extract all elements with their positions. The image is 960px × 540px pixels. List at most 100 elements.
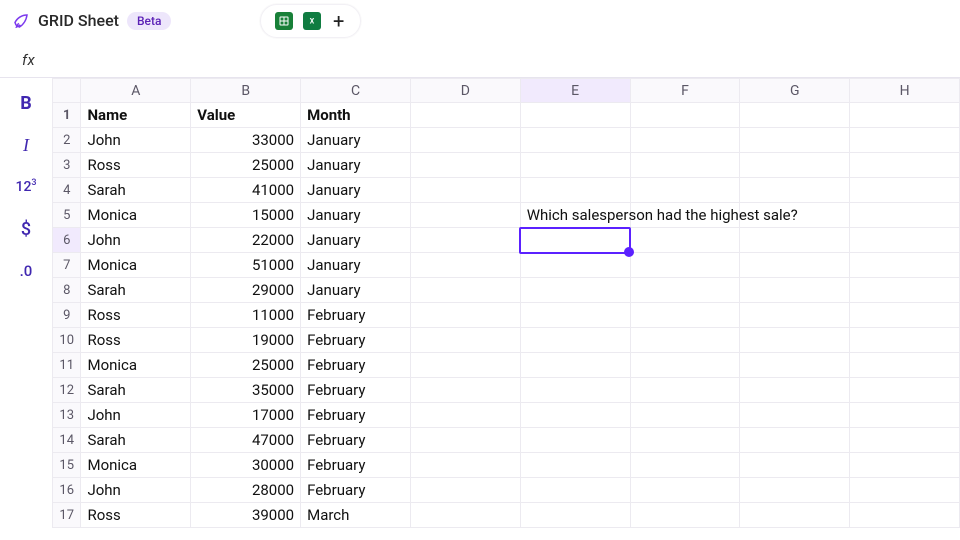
row-header[interactable]: 11 [53, 353, 81, 378]
cell-E11[interactable] [520, 353, 630, 378]
cell-D3[interactable] [410, 153, 520, 178]
cell-H14[interactable] [850, 428, 960, 453]
cell-C1[interactable]: Month [301, 103, 411, 128]
cell-A7[interactable]: Monica [81, 253, 191, 278]
cell-G11[interactable] [740, 353, 850, 378]
cell-D15[interactable] [410, 453, 520, 478]
cell-G7[interactable] [740, 253, 850, 278]
cell-C13[interactable]: February [301, 403, 411, 428]
cell-H5[interactable] [850, 203, 960, 228]
cell-H4[interactable] [850, 178, 960, 203]
cell-E6[interactable] [520, 228, 630, 253]
cell-E7[interactable] [520, 253, 630, 278]
cell-D14[interactable] [410, 428, 520, 453]
cell-H15[interactable] [850, 453, 960, 478]
cell-H7[interactable] [850, 253, 960, 278]
cell-D2[interactable] [410, 128, 520, 153]
cell-E5[interactable]: Which salesperson had the highest sale? [520, 203, 630, 228]
cell-A11[interactable]: Monica [81, 353, 191, 378]
cell-B10[interactable]: 19000 [191, 328, 301, 353]
cell-A4[interactable]: Sarah [81, 178, 191, 203]
cell-D8[interactable] [410, 278, 520, 303]
cell-A16[interactable]: John [81, 478, 191, 503]
cell-C10[interactable]: February [301, 328, 411, 353]
cell-B13[interactable]: 17000 [191, 403, 301, 428]
cell-B17[interactable]: 39000 [191, 503, 301, 528]
cell-B6[interactable]: 22000 [191, 228, 301, 253]
cell-E14[interactable] [520, 428, 630, 453]
cell-D6[interactable] [410, 228, 520, 253]
cell-B9[interactable]: 11000 [191, 303, 301, 328]
cell-G3[interactable] [740, 153, 850, 178]
cell-F3[interactable] [630, 153, 740, 178]
cell-H10[interactable] [850, 328, 960, 353]
cell-A8[interactable]: Sarah [81, 278, 191, 303]
cell-B12[interactable]: 35000 [191, 378, 301, 403]
cell-F14[interactable] [630, 428, 740, 453]
cell-H8[interactable] [850, 278, 960, 303]
cell-H6[interactable] [850, 228, 960, 253]
cell-G9[interactable] [740, 303, 850, 328]
cell-B14[interactable]: 47000 [191, 428, 301, 453]
cell-E10[interactable] [520, 328, 630, 353]
cell-D9[interactable] [410, 303, 520, 328]
cell-B5[interactable]: 15000 [191, 203, 301, 228]
cell-F7[interactable] [630, 253, 740, 278]
col-header-G[interactable]: G [740, 79, 850, 103]
cell-E9[interactable] [520, 303, 630, 328]
cell-E1[interactable] [520, 103, 630, 128]
col-header-H[interactable]: H [850, 79, 960, 103]
cell-C4[interactable]: January [301, 178, 411, 203]
cell-H16[interactable] [850, 478, 960, 503]
cell-C12[interactable]: February [301, 378, 411, 403]
cell-G15[interactable] [740, 453, 850, 478]
select-all-corner[interactable] [53, 79, 81, 103]
cell-H17[interactable] [850, 503, 960, 528]
cell-C5[interactable]: January [301, 203, 411, 228]
cell-A6[interactable]: John [81, 228, 191, 253]
row-header[interactable]: 17 [53, 503, 81, 528]
cell-D10[interactable] [410, 328, 520, 353]
cell-D13[interactable] [410, 403, 520, 428]
cell-G12[interactable] [740, 378, 850, 403]
spreadsheet-grid[interactable]: A B C D E F G H 1NameValueMonth2John3300… [52, 78, 960, 540]
col-header-A[interactable]: A [81, 79, 191, 103]
cell-G6[interactable] [740, 228, 850, 253]
currency-format-button[interactable]: $ [9, 214, 43, 244]
cell-A1[interactable]: Name [81, 103, 191, 128]
cell-H3[interactable] [850, 153, 960, 178]
cell-F12[interactable] [630, 378, 740, 403]
cell-F2[interactable] [630, 128, 740, 153]
row-header[interactable]: 8 [53, 278, 81, 303]
cell-E4[interactable] [520, 178, 630, 203]
col-header-E[interactable]: E [520, 79, 630, 103]
cell-D7[interactable] [410, 253, 520, 278]
col-header-F[interactable]: F [630, 79, 740, 103]
cell-E15[interactable] [520, 453, 630, 478]
row-header[interactable]: 14 [53, 428, 81, 453]
cell-F17[interactable] [630, 503, 740, 528]
cell-C9[interactable]: February [301, 303, 411, 328]
col-header-C[interactable]: C [301, 79, 411, 103]
cell-G2[interactable] [740, 128, 850, 153]
col-header-B[interactable]: B [191, 79, 301, 103]
number-format-button[interactable]: 123 [9, 172, 43, 202]
cell-B15[interactable]: 30000 [191, 453, 301, 478]
google-sheets-icon[interactable] [275, 12, 293, 30]
cell-H2[interactable] [850, 128, 960, 153]
cell-D5[interactable] [410, 203, 520, 228]
cell-A9[interactable]: Ross [81, 303, 191, 328]
cell-F8[interactable] [630, 278, 740, 303]
cell-H13[interactable] [850, 403, 960, 428]
cell-G8[interactable] [740, 278, 850, 303]
cell-B2[interactable]: 33000 [191, 128, 301, 153]
cell-D16[interactable] [410, 478, 520, 503]
cell-A14[interactable]: Sarah [81, 428, 191, 453]
cell-A3[interactable]: Ross [81, 153, 191, 178]
cell-F9[interactable] [630, 303, 740, 328]
row-header[interactable]: 13 [53, 403, 81, 428]
row-header[interactable]: 5 [53, 203, 81, 228]
cell-D4[interactable] [410, 178, 520, 203]
cell-C7[interactable]: January [301, 253, 411, 278]
cell-H9[interactable] [850, 303, 960, 328]
